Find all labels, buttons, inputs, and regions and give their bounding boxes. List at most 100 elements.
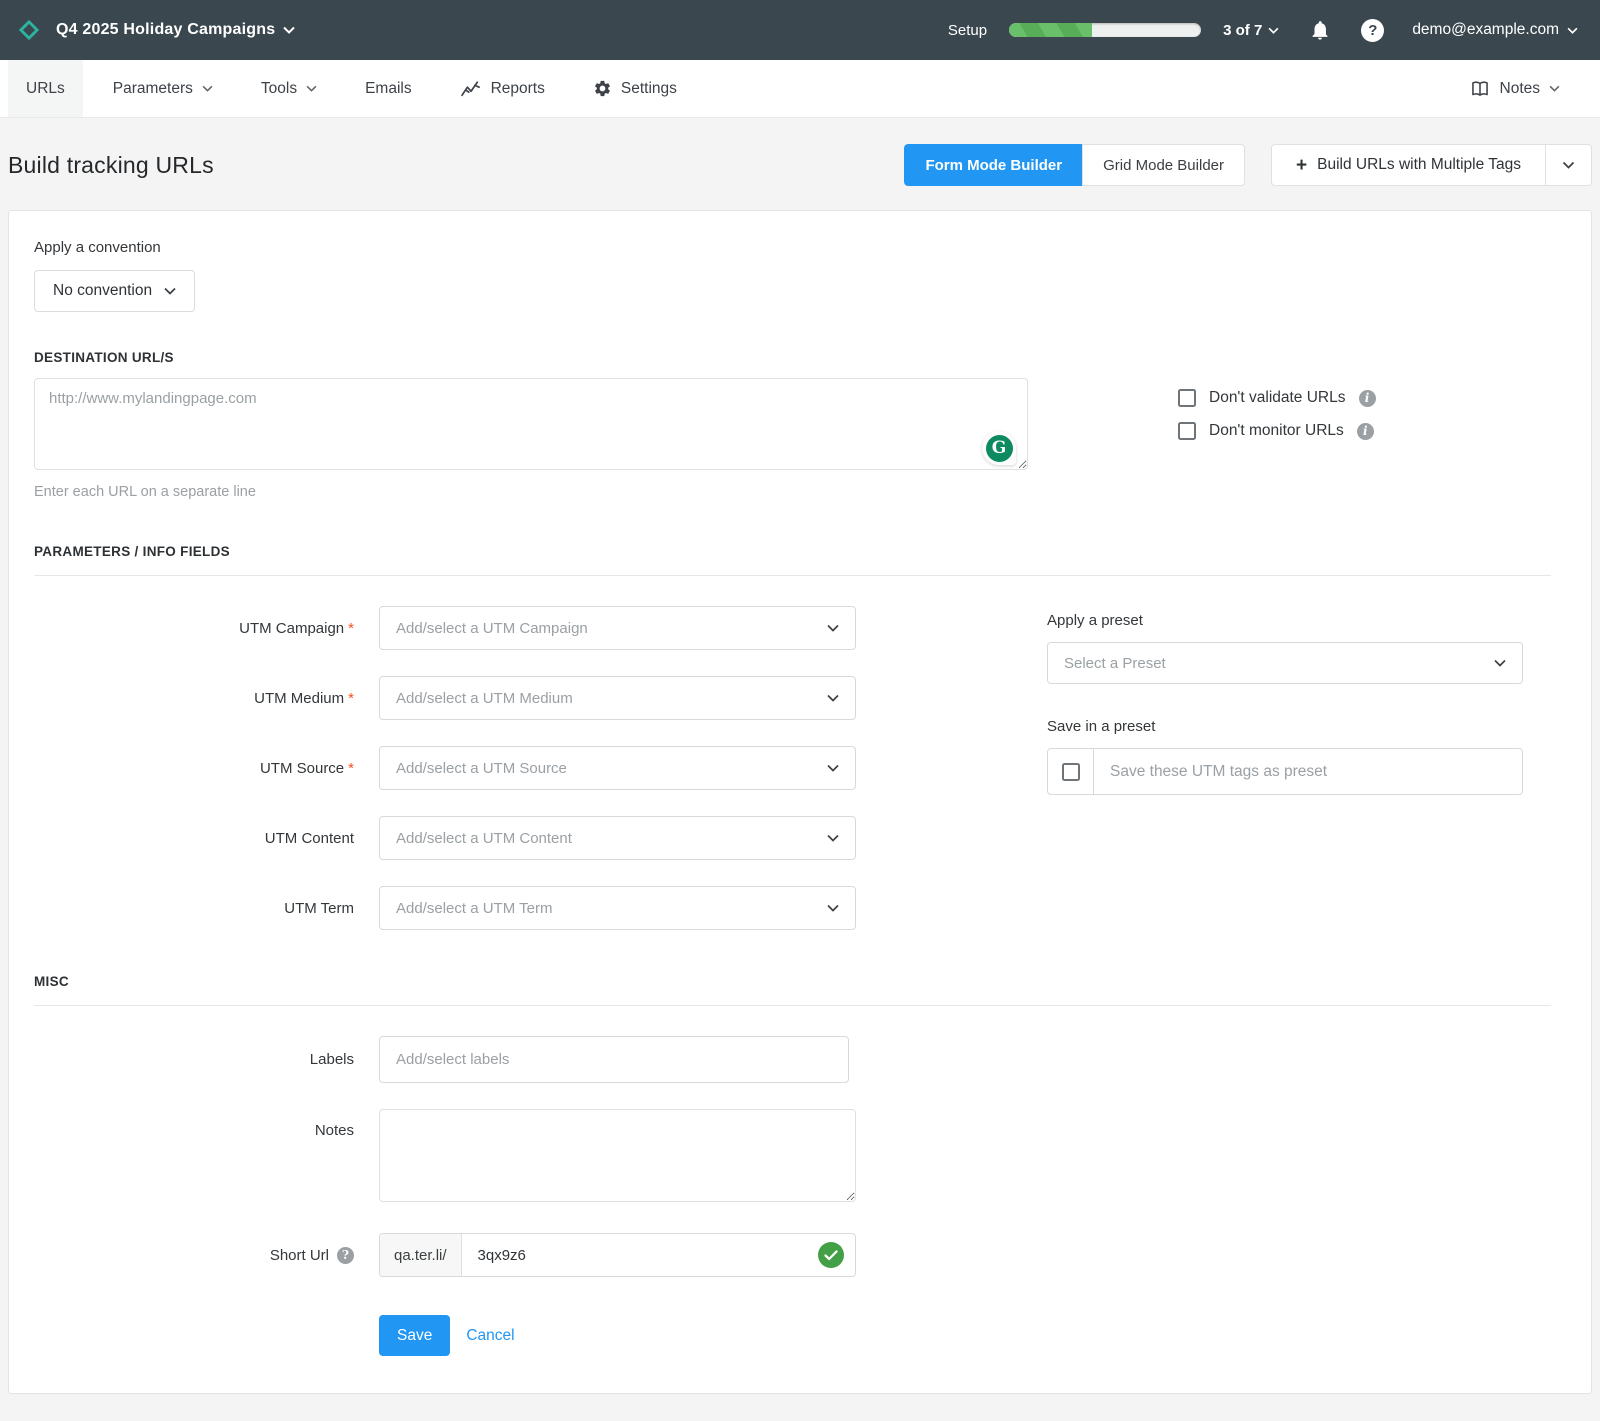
grammarly-icon: G [985, 434, 1013, 462]
destination-urls-textarea[interactable] [34, 378, 1028, 470]
build-multi-tags-button[interactable]: + Build URLs with Multiple Tags [1272, 145, 1545, 185]
notes-button-label: Notes [1499, 79, 1541, 97]
grammarly-button[interactable]: G [982, 431, 1016, 465]
setup-progress-count: 3 of 7 [1223, 21, 1263, 39]
chevron-down-icon [1549, 85, 1560, 92]
grid-mode-builder-button[interactable]: Grid Mode Builder [1082, 144, 1245, 186]
labels-input[interactable] [379, 1036, 849, 1083]
save-button[interactable]: Save [379, 1315, 451, 1356]
utm-medium-label: UTM Medium * [254, 689, 354, 707]
utm-source-label: UTM Source * [259, 759, 354, 777]
shorturl-label-cell: Short Url ? [34, 1246, 354, 1264]
destination-urls-field: G [34, 378, 1028, 475]
shorturl-input[interactable] [461, 1234, 807, 1276]
nav-tab-emails-label: Emails [365, 79, 412, 97]
nav-tab-settings-label: Settings [620, 79, 677, 97]
plus-icon: + [1296, 154, 1308, 176]
info-icon[interactable]: i [1358, 389, 1376, 407]
parameters-heading: PARAMETERS / INFO FIELDS [34, 544, 230, 559]
misc-heading: MISC [34, 974, 69, 989]
shorturl-status-cell [807, 1234, 855, 1276]
shorturl-help-icon[interactable]: ? [337, 1246, 354, 1264]
preset-column: Apply a preset Select a Preset Save in a… [1047, 606, 1523, 956]
chevron-down-icon [1494, 659, 1506, 667]
notes-row: Notes [34, 1109, 1551, 1207]
preset-select-placeholder: Select a Preset [1064, 654, 1166, 672]
utm-source-select[interactable]: Add/select a UTM Source [379, 746, 856, 790]
chevron-down-icon [306, 85, 317, 92]
notifications-button[interactable] [1309, 18, 1331, 42]
chevron-down-icon [827, 834, 839, 842]
build-multi-tags-dropdown[interactable] [1545, 145, 1591, 185]
utm-content-row: UTM Content* Add/select a UTM Content [34, 816, 856, 860]
nav-tab-settings[interactable]: Settings [575, 60, 695, 117]
utm-content-select[interactable]: Add/select a UTM Content [379, 816, 856, 860]
chevron-down-icon [827, 764, 839, 772]
nav-tab-emails[interactable]: Emails [347, 60, 430, 117]
info-icon[interactable]: i [1356, 422, 1374, 440]
convention-select[interactable]: No convention [34, 270, 196, 312]
chevron-down-icon [1268, 27, 1279, 34]
builder-mode-toggle: Form Mode Builder Grid Mode Builder [904, 144, 1245, 186]
save-preset-field[interactable]: Save these UTM tags as preset [1047, 748, 1523, 795]
help-button[interactable]: ? [1361, 18, 1385, 42]
utm-campaign-placeholder: Add/select a UTM Campaign [396, 619, 588, 637]
dont-monitor-checkbox[interactable] [1178, 422, 1196, 440]
check-circle-icon [818, 1242, 844, 1268]
nav-tab-urls[interactable]: URLs [8, 60, 83, 117]
help-icon: ? [1361, 18, 1385, 42]
shorturl-label: Short Url [269, 1246, 329, 1264]
nav-tab-reports-label: Reports [490, 79, 545, 97]
bell-icon [1312, 21, 1328, 40]
notes-textarea[interactable] [379, 1109, 856, 1202]
nav-tab-parameters[interactable]: Parameters [95, 60, 231, 117]
utm-fields-column: UTM Campaign * Add/select a UTM Campaign … [34, 606, 856, 956]
project-switcher[interactable]: Q4 2025 Holiday Campaigns [56, 21, 296, 39]
utm-medium-select[interactable]: Add/select a UTM Medium [379, 676, 856, 720]
labels-row: Labels [34, 1036, 1551, 1083]
utm-term-select[interactable]: Add/select a UTM Term [379, 886, 856, 930]
save-preset-checkbox[interactable] [1061, 762, 1080, 781]
nav-tab-tools-label: Tools [260, 79, 298, 97]
save-preset-checkbox-cell [1048, 749, 1094, 794]
utm-term-label: UTM Term* [284, 899, 354, 917]
utm-campaign-label: UTM Campaign * [239, 619, 354, 637]
utm-campaign-select[interactable]: Add/select a UTM Campaign [379, 606, 856, 650]
top-app-bar: Q4 2025 Holiday Campaigns Setup 3 of 7 ?… [0, 0, 1600, 60]
chevron-down-icon [827, 694, 839, 702]
convention-selected-value: No convention [53, 282, 153, 299]
dont-validate-checkbox[interactable] [1178, 389, 1196, 407]
utm-content-placeholder: Add/select a UTM Content [396, 829, 572, 847]
dont-monitor-label: Don't monitor URLs [1209, 422, 1344, 439]
shorturl-field: qa.ter.li/ [379, 1233, 856, 1277]
dont-validate-row: Don't validate URLs i [1178, 389, 1376, 407]
project-title-label: Q4 2025 Holiday Campaigns [56, 21, 276, 38]
utm-source-row: UTM Source * Add/select a UTM Source [34, 746, 856, 790]
required-marker: * [348, 689, 354, 707]
form-actions: Save Cancel [379, 1315, 1551, 1356]
chevron-down-icon [1562, 161, 1575, 169]
setup-label: Setup [947, 21, 988, 39]
chevron-down-icon [283, 26, 296, 34]
save-preset-placeholder: Save these UTM tags as preset [1110, 762, 1328, 780]
required-marker: * [348, 619, 354, 637]
nav-tab-tools[interactable]: Tools [243, 60, 335, 117]
nav-tab-parameters-label: Parameters [112, 79, 193, 97]
nav-tab-urls-label: URLs [26, 79, 65, 97]
build-multi-tags-label: Build URLs with Multiple Tags [1317, 156, 1521, 173]
form-mode-builder-button[interactable]: Form Mode Builder [904, 144, 1083, 186]
chevron-down-icon [827, 624, 839, 632]
destination-helper-text: Enter each URL on a separate line [34, 484, 256, 500]
divider [34, 1005, 1551, 1006]
cancel-button[interactable]: Cancel [466, 1327, 514, 1345]
user-account-menu[interactable]: demo@example.com [1412, 21, 1578, 39]
shorturl-domain-prefix: qa.ter.li/ [380, 1234, 462, 1276]
chart-line-icon [460, 80, 480, 96]
nav-tab-reports[interactable]: Reports [442, 60, 563, 117]
setup-progress-dropdown[interactable]: 3 of 7 [1223, 22, 1279, 39]
preset-select[interactable]: Select a Preset [1047, 642, 1523, 684]
utm-source-placeholder: Add/select a UTM Source [396, 759, 567, 777]
dont-monitor-row: Don't monitor URLs i [1178, 422, 1376, 440]
notes-button[interactable]: Notes [1451, 79, 1579, 98]
utm-medium-row: UTM Medium * Add/select a UTM Medium [34, 676, 856, 720]
